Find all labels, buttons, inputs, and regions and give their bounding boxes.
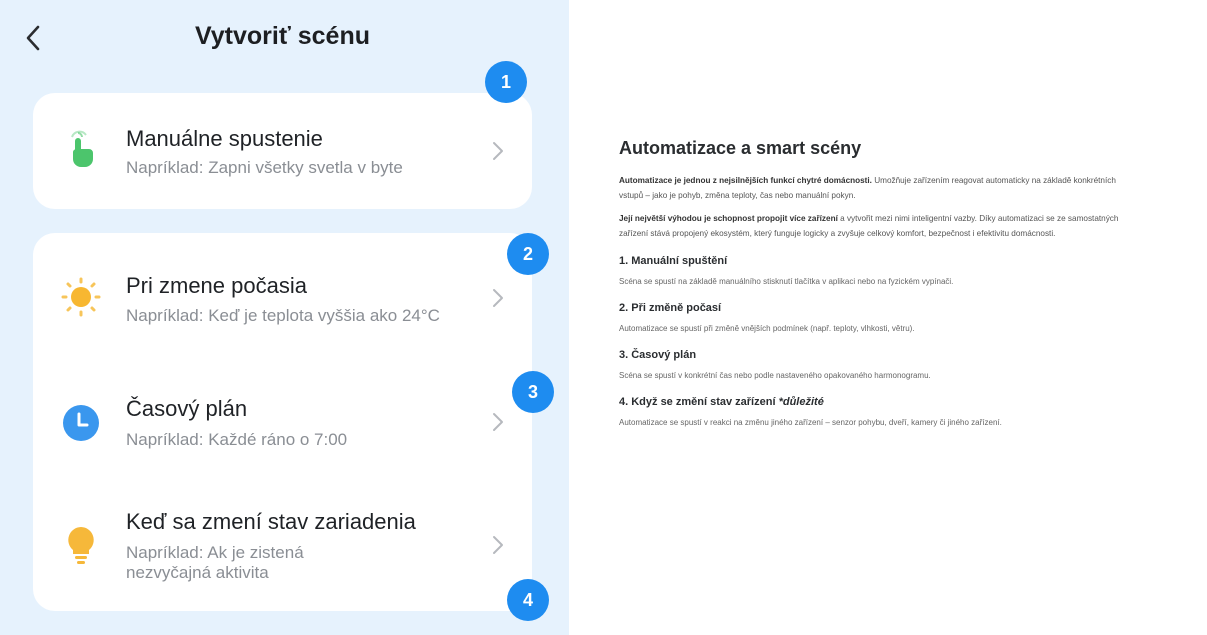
trigger-option-weather[interactable]: Pri zmene počasia Napríklad: Keď je tepl… [33, 233, 532, 361]
chevron-right-icon [493, 289, 503, 307]
doc-section-text: Scéna se spustí na základě manuálního st… [619, 277, 954, 286]
trigger-option-device-state[interactable]: Keď sa zmení stav zariadenia Napríklad: … [33, 479, 532, 611]
doc-intro-bold: Její největší výhodou je schopnost propo… [619, 214, 838, 223]
doc-section-heading: 3. Časový plán [619, 349, 697, 361]
trigger-subtitle: Napríklad: Keď je teplota vyššia ako 24°… [126, 306, 440, 325]
doc-intro-bold: Automatizace je jednou z nejsilnějších f… [619, 176, 872, 185]
trigger-title: Pri zmene počasia [126, 273, 307, 298]
clock-icon [63, 405, 99, 441]
step-badge: 3 [512, 371, 554, 413]
doc-intro-paragraph: Automatizace je jednou z nejsilnějších f… [619, 173, 1129, 203]
trigger-title: Časový plán [126, 396, 248, 421]
step-badge: 2 [507, 233, 549, 275]
trigger-subtitle: Napríklad: Ak je zistená nezvyčajná akti… [126, 543, 304, 583]
step-badge: 1 [485, 61, 527, 103]
trigger-card-manual: Manuálne spustenie Napríklad: Zapni všet… [33, 93, 532, 209]
doc-important-note: *důležité [778, 396, 824, 408]
trigger-title: Manuálne spustenie [126, 126, 323, 151]
page-title: Vytvoriť scénu [195, 22, 370, 50]
sun-icon [61, 277, 101, 317]
chevron-right-icon [493, 536, 503, 554]
doc-section-text: Automatizace se spustí při změně vnějšíc… [619, 324, 915, 333]
doc-section-heading: 4. Když se změní stav zařízení *důležité [619, 396, 1129, 408]
doc-title: Automatizace a smart scény [619, 138, 862, 158]
trigger-card-auto: Pri zmene počasia Napríklad: Keď je tepl… [33, 233, 532, 611]
trigger-title: Keď sa zmení stav zariadenia [126, 509, 416, 534]
trigger-subtitle: Napríklad: Každé ráno o 7:00 [126, 430, 348, 449]
doc-section-text: Scéna se spustí v konkrétní čas nebo pod… [619, 371, 931, 380]
trigger-subtitle-line: Napríklad: Ak je zistená [126, 543, 304, 562]
doc-panel: Automatizace a smart scény Automatizace … [619, 138, 1129, 429]
chevron-right-icon [493, 142, 503, 160]
doc-section-heading: 2. Při změně počasí [619, 302, 722, 314]
doc-section-text: Automatizace se spustí v reakci na změnu… [619, 418, 1002, 427]
trigger-option-schedule[interactable]: Časový plán Napríklad: Každé ráno o 7:00 [33, 361, 532, 479]
step-badge: 4 [507, 579, 549, 621]
phone-screen: Vytvoriť scénu Manuálne spustenie Naprík… [0, 0, 569, 635]
trigger-option-manual[interactable]: Manuálne spustenie Napríklad: Zapni všet… [33, 93, 532, 209]
chevron-right-icon [493, 413, 503, 431]
doc-section-heading-text: 4. Když se změní stav zařízení [619, 396, 779, 408]
doc-section-heading: 1. Manuální spuštění [619, 255, 728, 267]
doc-intro-paragraph: Její největší výhodou je schopnost propo… [619, 211, 1129, 241]
trigger-subtitle: Napríklad: Zapni všetky svetla v byte [126, 158, 403, 177]
trigger-subtitle-line: nezvyčajná aktivita [126, 563, 269, 582]
tap-hand-icon [71, 130, 93, 167]
lightbulb-icon [68, 527, 94, 564]
